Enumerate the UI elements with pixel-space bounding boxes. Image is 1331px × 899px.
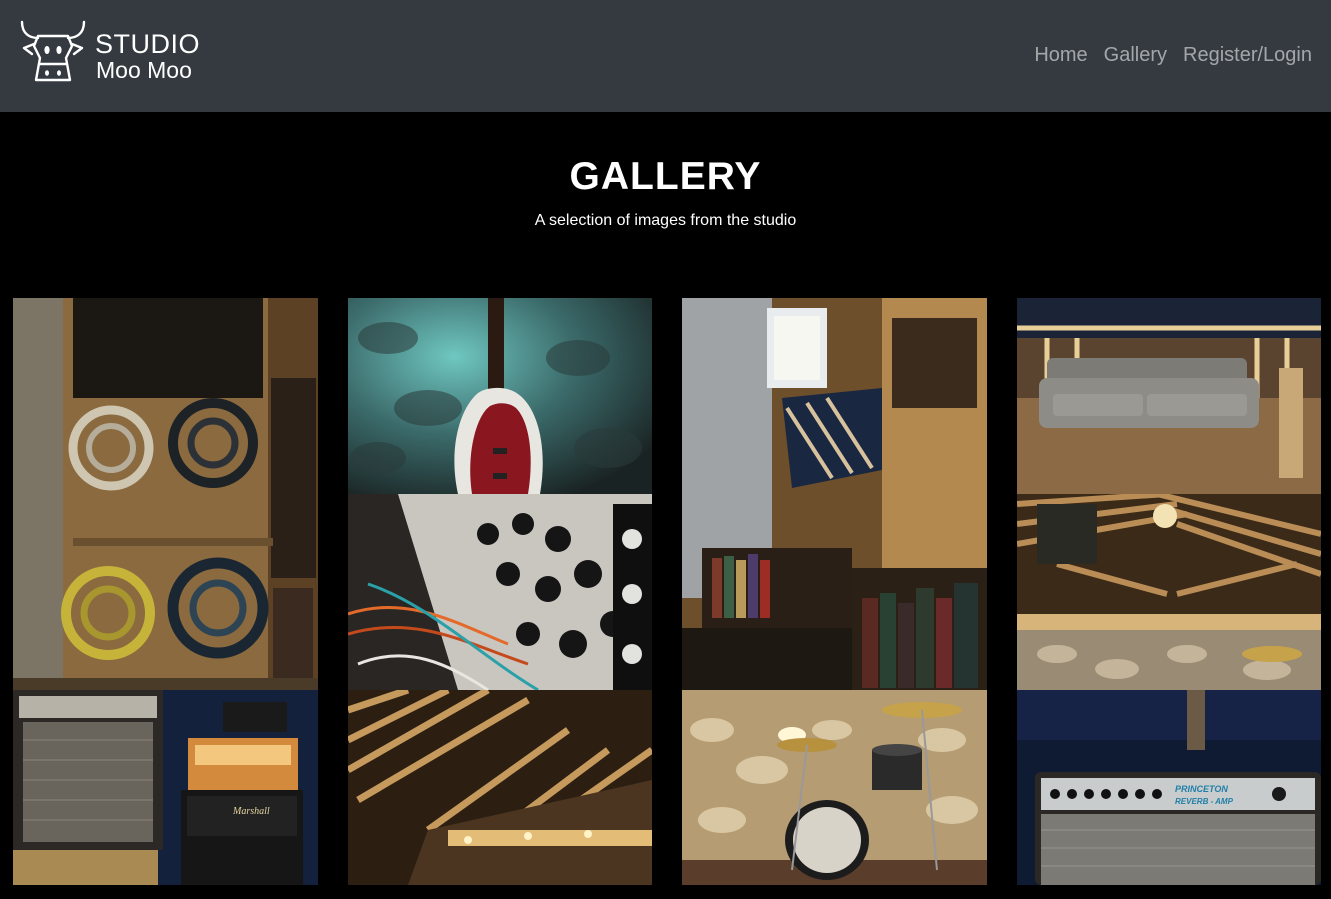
cable-rack-photo [13, 298, 318, 690]
modular-synth-photo [348, 494, 652, 690]
brand-line-2: Moo Moo [96, 57, 192, 83]
svg-text:REVERB - AMP: REVERB - AMP [1175, 797, 1234, 806]
gallery-image-cable-rack[interactable] [13, 298, 318, 690]
gallery-image-bookshelf-stairs[interactable] [682, 298, 987, 690]
gallery-image-bass-guitar[interactable] [348, 298, 652, 494]
wood-slat-room-photo [348, 690, 652, 885]
bookshelf-stairs-photo [682, 298, 987, 690]
nav-home-link[interactable]: Home [1034, 42, 1087, 68]
cow-head-icon [20, 20, 86, 82]
nav-gallery-link[interactable]: Gallery [1104, 42, 1167, 68]
brand-logo-link[interactable]: STUDIO Moo Moo [18, 18, 200, 91]
sofa-loft-photo [1017, 298, 1321, 494]
drum-kit-photo [682, 690, 987, 885]
gallery-image-sofa-loft[interactable] [1017, 298, 1321, 494]
gallery-image-princeton-reverb-amp[interactable]: PRINCETON REVERB - AMP [1017, 690, 1321, 885]
page-title: GALLERY [569, 155, 762, 198]
princeton-reverb-amp-photo: PRINCETON REVERB - AMP [1017, 690, 1321, 885]
page-subtitle: A selection of images from the studio [534, 212, 797, 229]
gallery-image-slatted-ceiling[interactable] [1017, 494, 1321, 690]
main-nav: Home Gallery Register/Login [1034, 42, 1312, 68]
navbar: STUDIO Moo Moo Home Gallery Register/Log… [0, 0, 1331, 112]
gallery-image-drum-kit[interactable] [682, 690, 987, 885]
brand-line-1: STUDIO [95, 29, 201, 59]
gallery-image-wood-slat-room[interactable] [348, 690, 652, 885]
bass-guitar-photo [348, 298, 652, 494]
amp-stack-photo: Marshall [13, 690, 318, 885]
amp-caption-text: PRINCETON [1175, 784, 1228, 794]
slatted-ceiling-photo [1017, 494, 1321, 690]
gallery-image-modular-synth[interactable] [348, 494, 652, 690]
brand-wordmark: STUDIO Moo Moo [95, 30, 200, 82]
gallery-image-amp-stack[interactable]: Marshall [13, 690, 318, 885]
svg-text:Marshall: Marshall [232, 806, 270, 817]
nav-register-login-link[interactable]: Register/Login [1183, 42, 1312, 68]
